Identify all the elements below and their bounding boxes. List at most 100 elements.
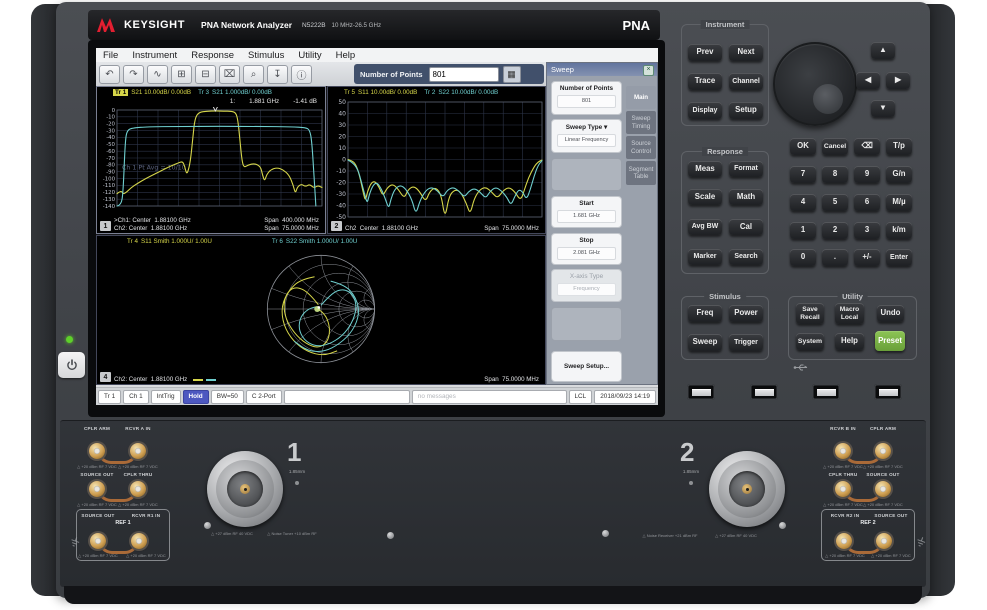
cal-button[interactable]: Cal bbox=[729, 219, 763, 235]
window-1[interactable]: Tr 1 S21 10.00dB/ 0.00dB Tr 3 S21 1.000d… bbox=[96, 86, 326, 234]
math-button[interactable]: Math bbox=[729, 189, 763, 205]
rcvr-a-in-connector[interactable] bbox=[130, 443, 146, 459]
rotary-knob[interactable] bbox=[773, 42, 857, 126]
key-9[interactable]: 9 bbox=[854, 166, 880, 183]
prev-button[interactable]: Prev bbox=[688, 44, 722, 61]
trace-3-label[interactable]: Tr 3 bbox=[198, 89, 209, 96]
info-icon[interactable]: ⓘ bbox=[291, 65, 312, 84]
preset-button[interactable]: Preset bbox=[875, 331, 905, 351]
arrow-down-button[interactable]: ▼ bbox=[871, 100, 895, 117]
cplr-arm-connector[interactable] bbox=[89, 443, 105, 459]
scale-button[interactable]: Scale bbox=[688, 189, 722, 205]
sweep-number-of-points-button[interactable]: Number of Points 801 bbox=[551, 81, 622, 115]
usb-port-2[interactable] bbox=[750, 384, 778, 400]
menu-utility[interactable]: Utility bbox=[291, 50, 328, 61]
trace-2-label[interactable]: Tr 2 bbox=[424, 89, 435, 96]
new-window-icon[interactable]: ⊞ bbox=[171, 65, 192, 84]
source-out-connector[interactable] bbox=[875, 481, 891, 497]
keypad-icon[interactable]: ▦ bbox=[503, 66, 521, 83]
rcvr-r1-in-connector[interactable] bbox=[131, 533, 147, 549]
tile-windows-icon[interactable]: ⊟ bbox=[195, 65, 216, 84]
cancel-key[interactable]: Cancel bbox=[822, 138, 848, 155]
menu-help[interactable]: Help bbox=[329, 50, 363, 61]
port-1-connector[interactable] bbox=[207, 451, 283, 527]
sweep-stop-button[interactable]: Stop 2.081 GHz bbox=[551, 233, 622, 265]
key-3[interactable]: 3 bbox=[854, 222, 880, 239]
key-5[interactable]: 5 bbox=[822, 194, 848, 211]
tab-main[interactable]: Main bbox=[626, 86, 656, 109]
menu-stimulus[interactable]: Stimulus bbox=[241, 50, 291, 61]
decimal-key[interactable]: . bbox=[822, 249, 848, 266]
tera-pico-key[interactable]: T/p bbox=[886, 138, 912, 155]
port-2-connector[interactable] bbox=[709, 451, 785, 527]
format-button[interactable]: Format bbox=[729, 161, 763, 177]
cplr-thru-connector[interactable] bbox=[130, 481, 146, 497]
key-1[interactable]: 1 bbox=[790, 222, 816, 239]
tab-source-control[interactable]: Source Control bbox=[626, 136, 656, 159]
key-2[interactable]: 2 bbox=[822, 222, 848, 239]
backspace-key[interactable]: ⌫ bbox=[854, 138, 880, 155]
key-0[interactable]: 0 bbox=[790, 249, 816, 266]
status-trigger[interactable]: IntTrig bbox=[151, 390, 181, 404]
number-of-points-input[interactable] bbox=[429, 67, 499, 82]
window-2[interactable]: Tr 5 S11 10.00dB/ 0.00dB Tr 2 S22 10.00d… bbox=[327, 86, 546, 234]
menu-file[interactable]: File bbox=[96, 50, 125, 61]
arrow-up-button[interactable]: ▲ bbox=[871, 42, 895, 59]
status-channel[interactable]: Ch 1 bbox=[123, 390, 149, 404]
window-4[interactable]: Tr 4 S11 Smith 1.000U/ 1.00U Tr 6 S22 Sm… bbox=[96, 235, 546, 385]
sweep-type-button[interactable]: Sweep Type ▾ Linear Frequency bbox=[551, 119, 622, 153]
save-icon[interactable]: ↧ bbox=[267, 65, 288, 84]
ok-key[interactable]: OK bbox=[790, 138, 816, 155]
trace-1-label[interactable]: Tr 1 bbox=[113, 89, 128, 96]
giga-nano-key[interactable]: G/n bbox=[886, 166, 912, 183]
trace-4-label[interactable]: Tr 4 bbox=[127, 238, 138, 245]
setup-button[interactable]: Setup bbox=[729, 102, 763, 119]
undo-button[interactable]: Undo bbox=[877, 305, 904, 322]
channel-button[interactable]: Channel bbox=[729, 73, 763, 90]
marker-button[interactable]: Marker bbox=[688, 249, 722, 265]
usb-port-1[interactable] bbox=[687, 384, 715, 400]
kilo-milli-key[interactable]: k/m bbox=[886, 222, 912, 239]
key-8[interactable]: 8 bbox=[822, 166, 848, 183]
system-button[interactable]: System bbox=[796, 333, 824, 350]
delete-icon[interactable]: ⌧ bbox=[219, 65, 240, 84]
avg-bw-button[interactable]: Avg BW bbox=[688, 219, 722, 235]
power-button-stimulus[interactable]: Power bbox=[729, 305, 763, 322]
menu-response[interactable]: Response bbox=[184, 50, 241, 61]
save-recall-button[interactable]: Save Recall bbox=[796, 303, 824, 324]
zoom-icon[interactable]: ⌕ bbox=[243, 65, 264, 84]
trace-6-label[interactable]: Tr 6 bbox=[272, 238, 283, 245]
status-hold-badge[interactable]: Hold bbox=[183, 390, 209, 404]
plus-minus-key[interactable]: +/- bbox=[854, 249, 880, 266]
cplr-thru-connector[interactable] bbox=[835, 481, 851, 497]
tab-sweep-timing[interactable]: Sweep Timing bbox=[626, 111, 656, 134]
help-button[interactable]: Help bbox=[835, 333, 864, 350]
ref1-source-out-connector[interactable] bbox=[90, 533, 106, 549]
sweep-setup-button[interactable]: Sweep Setup... bbox=[551, 351, 622, 382]
tab-segment-table[interactable]: Segment Table bbox=[626, 161, 656, 185]
key-6[interactable]: 6 bbox=[854, 194, 880, 211]
meas-button[interactable]: Meas bbox=[688, 161, 722, 177]
rcvr-b-in-connector[interactable] bbox=[835, 443, 851, 459]
freq-button[interactable]: Freq bbox=[688, 305, 722, 322]
display-button[interactable]: Display bbox=[688, 102, 722, 119]
sweep-start-button[interactable]: Start 1.681 GHz bbox=[551, 196, 622, 228]
close-icon[interactable]: × bbox=[643, 65, 654, 76]
key-4[interactable]: 4 bbox=[790, 194, 816, 211]
trace-icon[interactable]: ∿ bbox=[147, 65, 168, 84]
trace-5-label[interactable]: Tr 5 bbox=[344, 89, 355, 96]
cplr-arm-connector[interactable] bbox=[875, 443, 891, 459]
arrow-right-button[interactable]: ▶ bbox=[886, 72, 910, 89]
enter-key[interactable]: Enter bbox=[886, 249, 912, 266]
redo-icon[interactable]: ↷ bbox=[123, 65, 144, 84]
ref2-source-out-connector[interactable] bbox=[876, 533, 892, 549]
usb-port-4[interactable] bbox=[874, 384, 902, 400]
status-bandwidth[interactable]: BW=50 bbox=[211, 390, 244, 404]
mega-micro-key[interactable]: M/µ bbox=[886, 194, 912, 211]
trigger-button[interactable]: Trigger bbox=[729, 334, 763, 351]
key-7[interactable]: 7 bbox=[790, 166, 816, 183]
power-button[interactable] bbox=[58, 352, 85, 378]
next-button[interactable]: Next bbox=[729, 44, 763, 61]
menu-instrument[interactable]: Instrument bbox=[125, 50, 184, 61]
search-button[interactable]: Search bbox=[729, 249, 763, 265]
